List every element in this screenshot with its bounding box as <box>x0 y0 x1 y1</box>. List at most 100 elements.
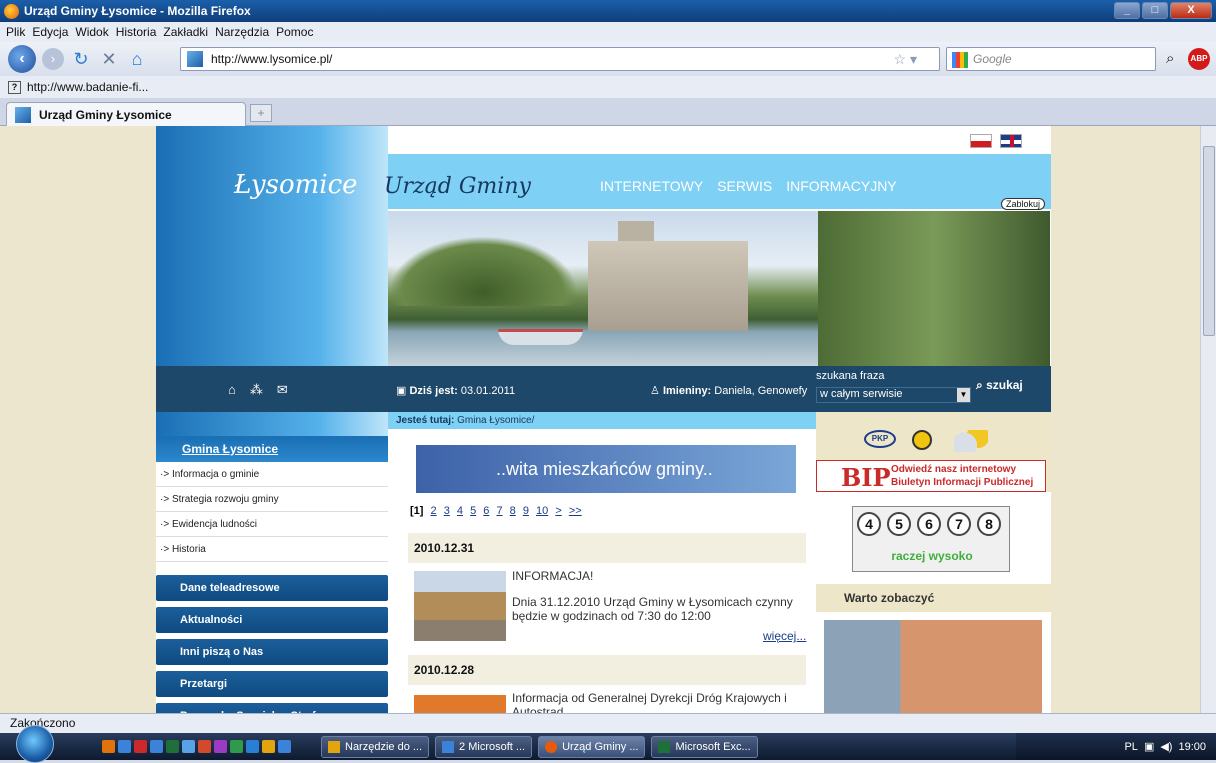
forward-button[interactable]: › <box>42 48 64 70</box>
nav-informacyjny[interactable]: INFORMACYJNY <box>786 178 896 194</box>
start-button[interactable] <box>16 724 54 763</box>
firefox-icon <box>4 3 19 19</box>
menu-edycja[interactable]: Edycja <box>32 25 68 39</box>
nav-internetowy[interactable]: INTERNETOWY <box>600 178 703 194</box>
pollen-widget[interactable]: 4 5 6 7 8 raczej wysoko <box>852 506 1010 572</box>
nav-strategia-rozwoju[interactable]: ·> Strategia rozwoju gminy <box>156 487 388 512</box>
app-icon[interactable] <box>150 740 163 753</box>
weather-icon[interactable] <box>954 430 988 452</box>
window-title: Urząd Gminy Łysomice - Mozilla Firefox <box>24 4 251 18</box>
search-placeholder: Google <box>973 52 1012 66</box>
back-button[interactable]: ‹ <box>8 45 36 73</box>
page-link[interactable]: 4 <box>457 505 463 517</box>
nav-przetargi[interactable]: Przetargi <box>156 671 388 697</box>
tab-urzad-gminy[interactable]: Urząd Gminy Łysomice <box>6 102 246 126</box>
search-input[interactable]: Google <box>946 47 1156 71</box>
taskbar-button[interactable]: Narzędzie do ... <box>321 735 430 758</box>
nav-aktualnosci[interactable]: Aktualności <box>156 607 388 633</box>
bookmark-item[interactable]: http://www.badanie-fi... <box>27 80 148 94</box>
pkp-icon[interactable]: PKP <box>864 430 896 448</box>
maximize-button[interactable]: □ <box>1142 2 1168 19</box>
nav-historia[interactable]: ·> Historia <box>156 537 388 562</box>
page-next[interactable]: > <box>555 505 561 517</box>
page-link[interactable]: 6 <box>483 505 489 517</box>
menu-historia[interactable]: Historia <box>116 25 157 39</box>
nav-strefa[interactable]: Pomorska Specjalna Strefa <box>156 703 388 713</box>
vertical-scrollbar[interactable] <box>1200 126 1216 713</box>
search-scope-select[interactable]: w całym serwisie ▼ <box>816 387 971 403</box>
site-search-input[interactable]: szukana fraza <box>816 370 971 386</box>
app-icon[interactable] <box>166 740 179 753</box>
page-link[interactable]: 9 <box>523 505 529 517</box>
search-icon[interactable]: ⌕ <box>1166 50 1174 67</box>
nav-serwis[interactable]: SERWIS <box>717 178 772 194</box>
nav-gmina-lysomice[interactable]: Gmina Łysomice <box>156 436 388 462</box>
app-icon[interactable] <box>134 740 147 753</box>
new-tab-button[interactable]: + <box>250 104 272 122</box>
page-link[interactable]: 5 <box>470 505 476 517</box>
language-indicator[interactable]: PL <box>1124 741 1137 753</box>
welcome-banner: ..wita mieszkańców gminy.. <box>416 445 796 493</box>
nav-dane-teleadresowe[interactable]: Dane teleadresowe <box>156 575 388 601</box>
menu-plik[interactable]: Plik <box>6 25 25 39</box>
names-value: Daniela, Genowefy <box>714 385 808 397</box>
bip-banner[interactable]: BIP Odwiedź nasz internetowy Biuletyn In… <box>816 460 1046 492</box>
stop-icon[interactable]: ✕ <box>98 49 120 70</box>
nav-ewidencja-ludnosci[interactable]: ·> Ewidencja ludności <box>156 512 388 537</box>
app-icon[interactable] <box>182 740 195 753</box>
minimize-button[interactable]: _ <box>1114 2 1140 19</box>
news-thumbnail[interactable] <box>414 571 506 641</box>
featured-photo[interactable] <box>824 620 1042 713</box>
english-flag-icon[interactable] <box>1000 134 1022 148</box>
nav-item-label: Historia <box>171 544 206 555</box>
app-icon[interactable] <box>278 740 291 753</box>
page-link[interactable]: 7 <box>496 505 502 517</box>
breadcrumb-label: Jesteś tutaj: <box>396 415 455 426</box>
taskbar: Narzędzie do ... 2 Microsoft ... Urząd G… <box>0 724 1216 763</box>
taskbar-button[interactable]: Urząd Gminy ... <box>538 735 646 758</box>
taskbar-button[interactable]: Microsoft Exc... <box>651 735 758 758</box>
network-icon[interactable]: ▣ <box>1144 740 1154 753</box>
taskbar-button[interactable]: 2 Microsoft ... <box>435 735 533 758</box>
menu-widok[interactable]: Widok <box>75 25 108 39</box>
sitemap-icon[interactable]: ⁂ <box>250 382 263 398</box>
app-icon[interactable] <box>246 740 259 753</box>
clock[interactable]: 19:00 <box>1178 741 1206 753</box>
volume-icon[interactable]: ◀) <box>1160 740 1172 753</box>
polish-flag-icon[interactable] <box>970 134 992 148</box>
home-icon[interactable]: ⌂ <box>228 382 236 398</box>
nav-informacja-o-gminie[interactable]: ·> Informacja o gminie <box>156 462 388 487</box>
app-icon[interactable] <box>102 740 115 753</box>
more-link[interactable]: więcej... <box>763 629 806 643</box>
page-link[interactable]: 3 <box>444 505 450 517</box>
scrollbar-thumb[interactable] <box>1203 146 1215 336</box>
page-link[interactable]: 10 <box>536 505 548 517</box>
app-icon[interactable] <box>198 740 211 753</box>
page-link[interactable]: 2 <box>431 505 437 517</box>
app-icon[interactable] <box>262 740 275 753</box>
page-last[interactable]: >> <box>569 505 582 517</box>
pollen-level: 5 <box>887 512 911 536</box>
google-icon <box>952 52 968 68</box>
menu-pomoc[interactable]: Pomoc <box>276 25 313 39</box>
news-thumbnail[interactable] <box>414 695 506 713</box>
reload-icon[interactable]: ↻ <box>70 49 92 70</box>
bookmark-star-icon[interactable]: ☆ ▾ <box>894 51 917 68</box>
mail-icon[interactable]: ✉ <box>277 382 288 398</box>
site-logo[interactable]: Łysomice <box>234 170 358 200</box>
url-bar[interactable]: http://www.lysomice.pl/ ☆ ▾ <box>180 47 940 71</box>
page-link[interactable]: 8 <box>510 505 516 517</box>
search-button[interactable]: ⌕ szukaj <box>976 378 1023 393</box>
zablokuj-button[interactable]: Zablokuj <box>1001 198 1046 210</box>
close-button[interactable]: X <box>1170 2 1212 19</box>
adblock-icon[interactable]: ABP <box>1188 48 1210 70</box>
menu-narzedzia[interactable]: Narzędzia <box>215 25 269 39</box>
road-sign-icon[interactable] <box>912 430 932 450</box>
app-icon[interactable] <box>230 740 243 753</box>
home-icon[interactable]: ⌂ <box>126 49 148 70</box>
app-icon[interactable] <box>214 740 227 753</box>
nav-inni-pisza[interactable]: Inni piszą o Nas <box>156 639 388 665</box>
breadcrumb-value[interactable]: Gmina Łysomice/ <box>457 415 534 426</box>
app-icon[interactable] <box>118 740 131 753</box>
menu-zakladki[interactable]: Zakładki <box>163 25 208 39</box>
